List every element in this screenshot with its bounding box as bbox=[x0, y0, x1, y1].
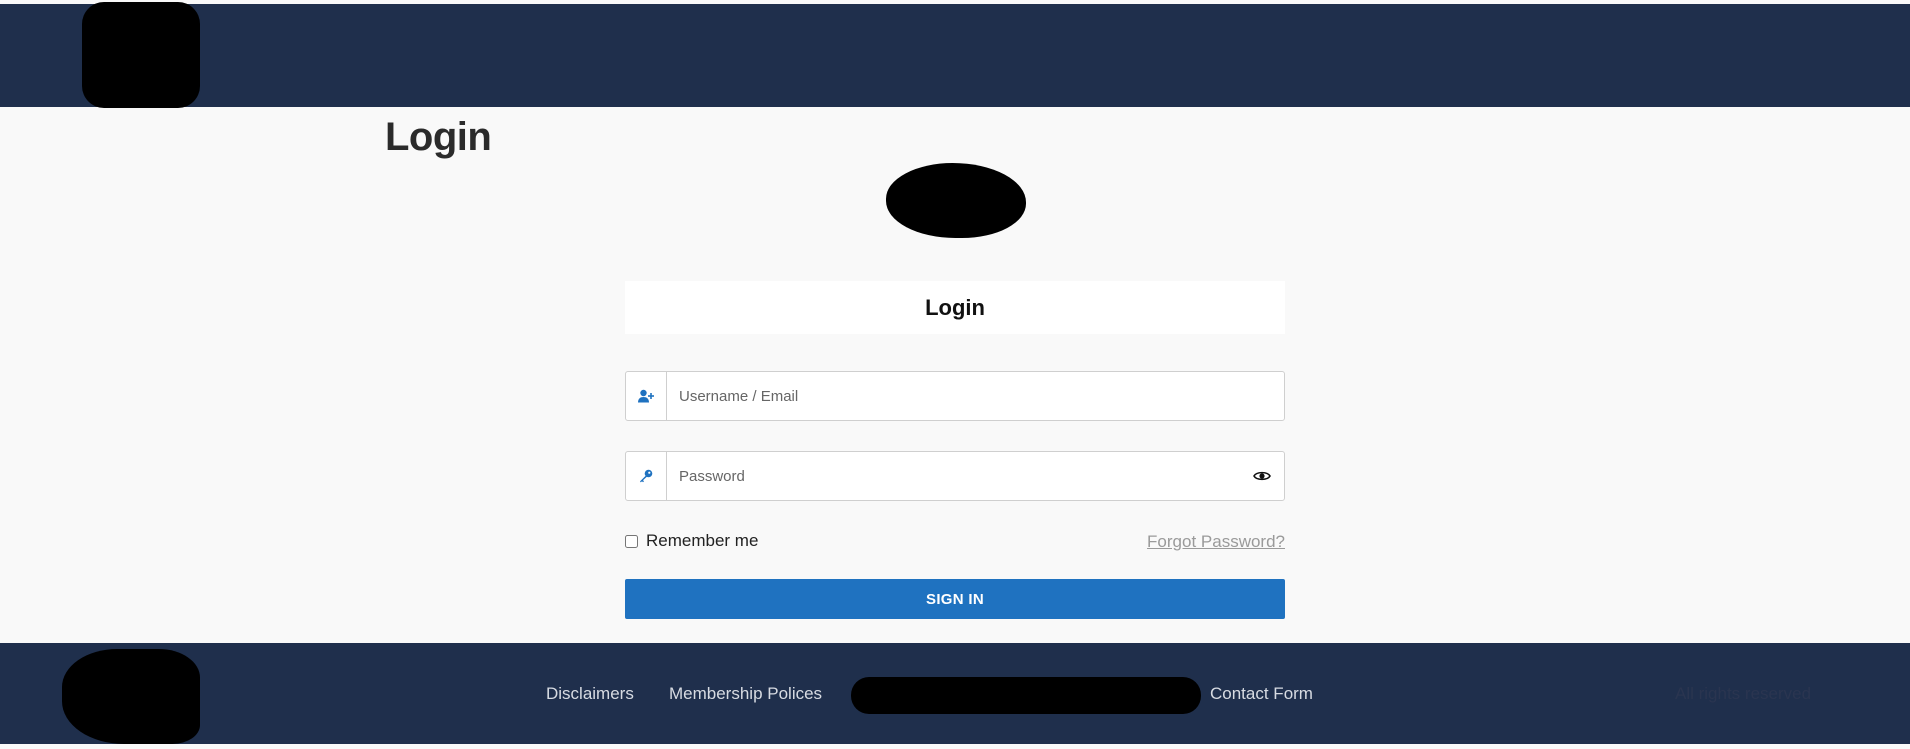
remember-me-checkbox[interactable] bbox=[625, 534, 638, 548]
footer-link-redacted[interactable] bbox=[851, 677, 1201, 714]
password-field bbox=[625, 451, 1285, 501]
user-plus-icon bbox=[626, 372, 667, 420]
login-card-header: Login bbox=[625, 281, 1285, 334]
footer-logo-redacted bbox=[62, 649, 200, 744]
header-logo-redacted[interactable] bbox=[82, 2, 200, 108]
remember-me-label: Remember me bbox=[646, 531, 759, 550]
key-icon bbox=[626, 452, 667, 500]
forgot-password-link[interactable]: Forgot Password? bbox=[1147, 532, 1285, 552]
footer-link-disclaimers[interactable]: Disclaimers bbox=[546, 684, 634, 704]
footer-rights-text: All rights reserved bbox=[1675, 684, 1812, 703]
username-input[interactable] bbox=[667, 372, 1284, 420]
page-title: Login bbox=[385, 115, 492, 159]
center-logo-redacted bbox=[886, 163, 1026, 238]
password-input[interactable] bbox=[667, 452, 1240, 500]
sign-in-button[interactable]: SIGN IN bbox=[625, 579, 1285, 619]
username-field bbox=[625, 371, 1285, 421]
footer-link-contact-form[interactable]: Contact Form bbox=[1210, 684, 1313, 704]
site-header bbox=[0, 4, 1910, 107]
eye-icon[interactable] bbox=[1240, 452, 1284, 500]
remember-me[interactable]: Remember me bbox=[625, 531, 758, 551]
footer-link-membership-policies[interactable]: Membership Polices bbox=[669, 684, 822, 704]
